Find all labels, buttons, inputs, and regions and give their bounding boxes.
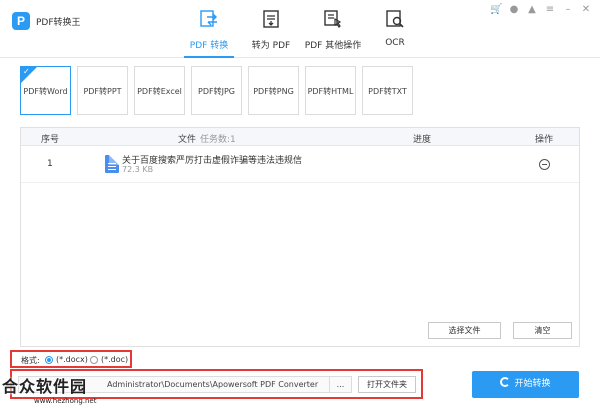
clear-button[interactable]: 清空 bbox=[513, 322, 572, 339]
app-header: P PDF转换王 PDF 转换 转为 PDF PDF 其他操作 OCR 🛒 ● … bbox=[0, 0, 600, 58]
open-folder-button[interactable]: 打开文件夹 bbox=[358, 376, 416, 393]
radio-docx[interactable] bbox=[45, 356, 53, 364]
bell-icon[interactable]: ▲ bbox=[526, 4, 538, 16]
nav-label: PDF 转换 bbox=[189, 41, 229, 51]
row-index: 1 bbox=[47, 159, 53, 169]
main-nav: PDF 转换 转为 PDF PDF 其他操作 OCR bbox=[178, 0, 426, 58]
cart-icon[interactable]: 🛒 bbox=[490, 4, 502, 16]
start-label: 开始转换 bbox=[514, 379, 551, 389]
user-icon[interactable]: ● bbox=[508, 4, 520, 16]
subtab-pdf-to-txt[interactable]: PDF转TXT bbox=[362, 66, 413, 115]
header-file: 文件 任务数:1 bbox=[178, 132, 236, 145]
output-path-text: Administrator\Documents\Apowersoft PDF C… bbox=[107, 380, 319, 389]
watermark: 合众软件园 bbox=[2, 377, 88, 396]
nav-ocr[interactable]: OCR bbox=[364, 0, 426, 58]
minimize-icon[interactable]: – bbox=[562, 4, 574, 16]
window-controls: 🛒 ● ▲ ≡ – ✕ bbox=[490, 4, 592, 16]
app-logo: P bbox=[12, 12, 30, 30]
nav-label: 转为 PDF bbox=[251, 41, 291, 51]
subtab-pdf-to-html[interactable]: PDF转HTML bbox=[305, 66, 356, 115]
subtab-label: PDF转HTML bbox=[307, 87, 354, 96]
subtab-label: PDF转PPT bbox=[83, 87, 122, 96]
radio-docx-label[interactable]: (*.docx) bbox=[56, 355, 88, 364]
select-file-button[interactable]: 选择文件 bbox=[428, 322, 501, 339]
subtab-label: PDF转JPG bbox=[198, 87, 235, 96]
conversion-type-tabs: ✓ PDF转Word PDF转PPT PDF转Excel PDF转JPG PDF… bbox=[20, 66, 413, 115]
to-pdf-icon bbox=[263, 10, 279, 28]
subtab-label: PDF转TXT bbox=[368, 87, 407, 96]
pdf-operations-icon bbox=[324, 10, 342, 28]
nav-label: OCR bbox=[385, 38, 405, 48]
subtab-pdf-to-ppt[interactable]: PDF转PPT bbox=[77, 66, 128, 115]
table-header: 序号 文件 任务数:1 进度 操作 bbox=[21, 128, 579, 146]
start-conversion-button[interactable]: 开始转换 bbox=[472, 371, 579, 398]
word-document-icon bbox=[105, 155, 119, 173]
subtab-pdf-to-png[interactable]: PDF转PNG bbox=[248, 66, 299, 115]
header-file-label: 文件 bbox=[178, 135, 197, 145]
subtab-pdf-to-excel[interactable]: PDF转Excel bbox=[134, 66, 185, 115]
watermark-url: www.hezhong.net bbox=[34, 397, 97, 405]
format-label: 格式: bbox=[21, 356, 40, 365]
table-row[interactable]: 1 关于百度搜索严厉打击虚假诈骗等违法违规信 72.3 KB bbox=[21, 147, 579, 183]
radio-doc[interactable] bbox=[90, 356, 98, 364]
remove-file-icon[interactable] bbox=[539, 159, 550, 170]
header-action: 操作 bbox=[535, 135, 554, 145]
close-icon[interactable]: ✕ bbox=[580, 4, 592, 16]
subtab-pdf-to-word[interactable]: ✓ PDF转Word bbox=[20, 66, 71, 115]
refresh-icon bbox=[500, 377, 511, 387]
subtab-label: PDF转Word bbox=[23, 87, 68, 96]
radio-doc-label[interactable]: (*.doc) bbox=[101, 355, 128, 364]
nav-pdf-convert[interactable]: PDF 转换 bbox=[178, 0, 240, 58]
subtab-label: PDF转Excel bbox=[137, 87, 182, 96]
format-selector: 格式: (*.docx) (*.doc) bbox=[10, 350, 132, 368]
header-progress: 进度 bbox=[413, 135, 432, 145]
nav-label: PDF 其他操作 bbox=[304, 41, 362, 51]
task-count: 任务数:1 bbox=[200, 135, 236, 145]
menu-icon[interactable]: ≡ bbox=[544, 4, 556, 16]
ocr-icon bbox=[386, 10, 404, 28]
subtab-pdf-to-jpg[interactable]: PDF转JPG bbox=[191, 66, 242, 115]
header-index: 序号 bbox=[41, 135, 60, 145]
convert-icon bbox=[200, 10, 217, 27]
nav-pdf-operations[interactable]: PDF 其他操作 bbox=[302, 0, 364, 58]
browse-button[interactable]: ... bbox=[330, 376, 352, 393]
checkmark-icon: ✓ bbox=[23, 67, 30, 76]
app-title: PDF转换王 bbox=[36, 18, 81, 28]
file-table: 序号 文件 任务数:1 进度 操作 1 关于百度搜索严厉打击虚假诈骗等违法违规信 … bbox=[20, 127, 580, 347]
subtab-label: PDF转PNG bbox=[253, 87, 294, 96]
nav-to-pdf[interactable]: 转为 PDF bbox=[240, 0, 302, 58]
file-size: 72.3 KB bbox=[122, 165, 154, 174]
